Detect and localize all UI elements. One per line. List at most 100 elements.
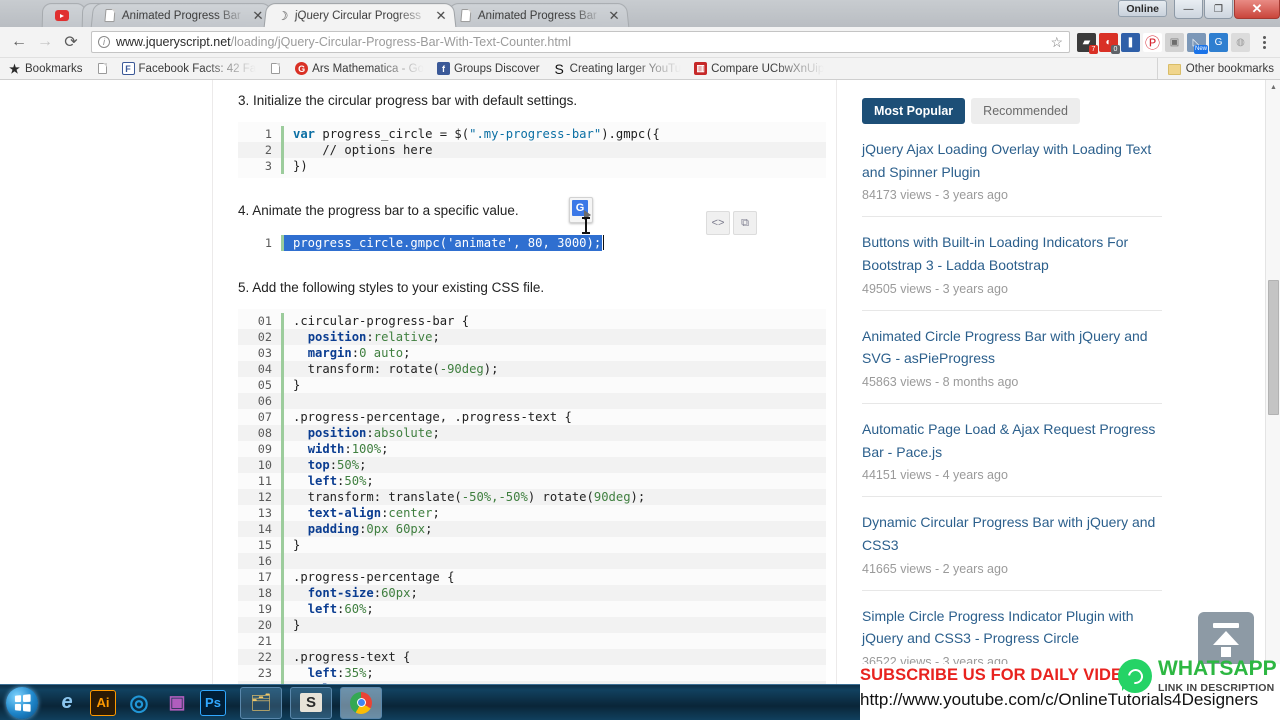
code-text: .circular-progress-bar { bbox=[293, 313, 470, 328]
new-extension-icon[interactable]: ◺ New bbox=[1187, 32, 1208, 54]
scrollbar-thumb[interactable] bbox=[1268, 280, 1279, 415]
url-path: /loading/jQuery-Circular-Progress-Bar-Wi… bbox=[230, 35, 571, 49]
list-item[interactable]: Buttons with Built-in Loading Indicators… bbox=[862, 231, 1162, 311]
sidebar-item-meta: 84173 views - 3 years ago bbox=[862, 188, 1008, 203]
address-bar[interactable]: i www.jqueryscript.net/loading/jQuery-Ci… bbox=[91, 31, 1070, 53]
google-translate-icon[interactable]: G bbox=[569, 197, 593, 223]
picasa-icon[interactable]: ▣ bbox=[162, 688, 192, 718]
page-viewport: 3. Initialize the circular progress bar … bbox=[0, 80, 1280, 684]
bookmark-star-icon[interactable]: ☆ bbox=[1050, 34, 1063, 51]
bookmark-creating-larger-youtube[interactable]: S Creating larger YouTu bbox=[553, 61, 681, 77]
sidebar-item-title[interactable]: Automatic Page Load & Ajax Request Progr… bbox=[862, 418, 1162, 463]
grammarly-extension-icon[interactable]: G bbox=[1209, 32, 1228, 52]
file-explorer-task[interactable]: 🗂 bbox=[240, 686, 282, 719]
sidebar-item-title[interactable]: jQuery Ajax Loading Overlay with Loading… bbox=[862, 138, 1162, 183]
evernote-extension-icon[interactable]: ❚ bbox=[1121, 32, 1140, 52]
site-info-icon[interactable]: i bbox=[98, 36, 110, 48]
sidebar-item-title[interactable]: Animated Circle Progress Bar with jQuery… bbox=[862, 325, 1162, 370]
internet-explorer-icon[interactable]: e bbox=[52, 688, 82, 718]
code-line: 21 bbox=[238, 632, 826, 649]
reload-button[interactable]: ⟳ bbox=[58, 29, 84, 55]
line-number: 21 bbox=[238, 632, 284, 649]
jquery-icon: ☽ bbox=[276, 8, 289, 23]
close-icon[interactable]: ✕ bbox=[606, 8, 621, 23]
window-controls: Online — ❐ ✕ bbox=[1118, 0, 1280, 22]
chrome-task[interactable] bbox=[340, 686, 382, 719]
tab-pinned-youtube-1[interactable] bbox=[41, 3, 87, 27]
code-text: text-align:center; bbox=[307, 505, 440, 520]
code-text: // options here bbox=[293, 142, 433, 157]
line-number: 17 bbox=[238, 568, 284, 585]
sidebar-item-title[interactable]: Buttons with Built-in Loading Indicators… bbox=[862, 231, 1162, 276]
line-number: 23 bbox=[238, 664, 284, 681]
copy-code-button[interactable]: ⧉ bbox=[733, 211, 757, 235]
code-text: } bbox=[293, 537, 301, 552]
vertical-scrollbar[interactable]: ▲ ▼ bbox=[1265, 80, 1280, 684]
list-item[interactable]: Automatic Page Load & Ajax Request Progr… bbox=[862, 418, 1162, 498]
back-button[interactable]: ← bbox=[6, 29, 32, 55]
arrow-stem-shape bbox=[1221, 647, 1231, 657]
snagit-task[interactable]: S bbox=[290, 686, 332, 719]
line-number: 22 bbox=[238, 648, 284, 665]
other-bookmarks-button[interactable]: Other bookmarks bbox=[1156, 58, 1274, 79]
bookmark-label: Compare UCbwXnUip bbox=[711, 62, 825, 75]
pinterest-extension-icon[interactable]: Ⓟ bbox=[1143, 32, 1162, 52]
line-number: 07 bbox=[238, 408, 284, 425]
scroll-up-arrow-icon[interactable]: ▲ bbox=[1266, 80, 1280, 95]
bookmark-label: Ars Mathematica - Go bbox=[312, 62, 424, 75]
bookmark-compare-ucbwxnuip[interactable]: ▥ Compare UCbwXnUip bbox=[694, 62, 824, 75]
line-number: 06 bbox=[238, 392, 284, 409]
close-button[interactable]: ✕ bbox=[1234, 0, 1280, 19]
bookmark-groups-discover[interactable]: f Groups Discover bbox=[437, 62, 540, 75]
adobe-photoshop-icon[interactable]: Ps bbox=[200, 689, 226, 716]
screen: Animated Progress Bar ✕ ☽ jQuery Circula… bbox=[0, 0, 1280, 720]
bookmark-blank-2[interactable] bbox=[269, 62, 282, 75]
code-block-init[interactable]: 1 var progress_circle = $(".my-progress-… bbox=[238, 121, 826, 178]
tab-recommended[interactable]: Recommended bbox=[971, 98, 1080, 124]
sidebar-item-title[interactable]: Simple Circle Progress Indicator Plugin … bbox=[862, 605, 1162, 650]
list-item[interactable]: Dynamic Circular Progress Bar with jQuer… bbox=[862, 511, 1162, 591]
page-icon bbox=[269, 62, 282, 75]
list-item[interactable]: Animated Circle Progress Bar with jQuery… bbox=[862, 325, 1162, 405]
close-icon[interactable]: ✕ bbox=[433, 8, 448, 23]
chrome-menu-icon[interactable] bbox=[1254, 35, 1274, 49]
code-line: 02 position:relative; bbox=[238, 328, 826, 345]
sidebar-item-title[interactable]: Dynamic Circular Progress Bar with jQuer… bbox=[862, 511, 1162, 556]
code-line: 13 text-align:center; bbox=[238, 504, 826, 521]
bookmark-bookmarks[interactable]: ★ Bookmarks bbox=[8, 62, 82, 76]
maximize-button[interactable]: ❐ bbox=[1204, 0, 1233, 19]
code-line-selected[interactable]: 1 progress_circle.gmpc('animate', 80, 30… bbox=[238, 235, 826, 252]
code-line: 18 font-size:60px; bbox=[238, 584, 826, 601]
code-block-css[interactable]: 01 .circular-progress-bar { 02 position:r… bbox=[238, 308, 826, 684]
line-number: 2 bbox=[238, 141, 284, 158]
adblock-extension-icon[interactable]: ◐ 0 bbox=[1099, 32, 1120, 54]
bookmark-ars-mathematica[interactable]: G Ars Mathematica - Go bbox=[295, 62, 424, 75]
tab-animated-progress-bar-2[interactable]: Animated Progress Bar ✕ bbox=[446, 3, 630, 27]
code-line: 01 .circular-progress-bar { bbox=[238, 312, 826, 329]
code-line: 06 bbox=[238, 392, 826, 409]
view-source-button[interactable]: <> bbox=[706, 211, 730, 235]
list-item[interactable]: jQuery Ajax Loading Overlay with Loading… bbox=[862, 138, 1162, 218]
online-status-button[interactable]: Online bbox=[1118, 0, 1167, 17]
windows-start-button[interactable] bbox=[6, 686, 38, 719]
ccleaner-icon[interactable]: ◎ bbox=[124, 688, 154, 718]
disabled-extension-icon[interactable]: ◍ bbox=[1231, 32, 1250, 52]
tab-jquery-circular-progress[interactable]: ☽ jQuery Circular Progress ✕ bbox=[263, 3, 457, 27]
minimize-button[interactable]: — bbox=[1174, 0, 1203, 19]
code-text: var progress_circle = $(".my-progress-ba… bbox=[293, 126, 660, 141]
screenshot-extension-icon[interactable]: ▣ bbox=[1165, 32, 1184, 52]
bookmark-blank-1[interactable] bbox=[96, 62, 109, 75]
extension-badge: New bbox=[1193, 44, 1208, 54]
tab-animated-progress-bar-1[interactable]: Animated Progress Bar ✕ bbox=[90, 3, 274, 27]
pocket-extension-icon[interactable]: ▰ 7 bbox=[1077, 32, 1098, 54]
forward-button[interactable]: → bbox=[32, 29, 58, 55]
line-number: 19 bbox=[238, 600, 284, 617]
bookmark-facebook-facts[interactable]: F Facebook Facts: 42 Fa bbox=[121, 62, 256, 75]
whatsapp-subtitle: LINK IN DESCRIPTION bbox=[1158, 682, 1275, 694]
line-number: 3 bbox=[238, 157, 284, 174]
tab-most-popular[interactable]: Most Popular bbox=[862, 98, 966, 124]
chrome-browser-window: Animated Progress Bar ✕ ☽ jQuery Circula… bbox=[0, 0, 1280, 684]
adobe-illustrator-icon[interactable]: Ai bbox=[90, 689, 116, 716]
